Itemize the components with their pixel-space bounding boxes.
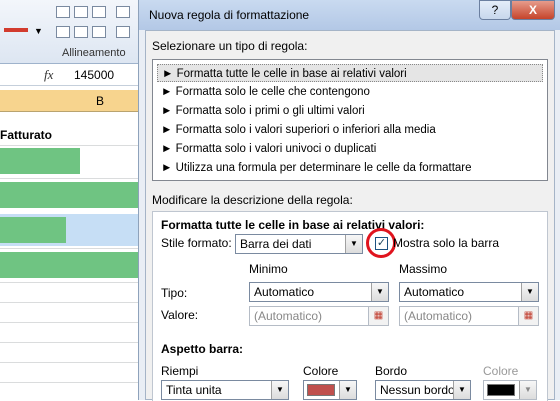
- border-color-picker[interactable]: ▼: [483, 380, 537, 400]
- fill-select-value: Tinta unita: [166, 383, 222, 397]
- grid-line: [0, 382, 140, 383]
- max-label: Massimo: [399, 262, 448, 276]
- orientation-icon[interactable]: [116, 6, 130, 18]
- chevron-down-icon[interactable]: ▼: [371, 283, 388, 301]
- range-picker-icon[interactable]: ▦: [368, 307, 388, 325]
- rule-type-item[interactable]: ► Formatta solo i valori univoci o dupli…: [157, 140, 543, 158]
- chevron-down-icon[interactable]: ▼: [453, 381, 470, 399]
- chevron-down-icon[interactable]: ▼: [271, 381, 288, 399]
- highlight-circle: [366, 228, 396, 258]
- range-picker-icon[interactable]: ▦: [518, 307, 538, 325]
- type-label: Tipo:: [161, 286, 188, 300]
- fill-color-picker[interactable]: ▼: [303, 380, 357, 400]
- max-value-input[interactable]: (Automatico) ▦: [399, 306, 539, 326]
- border-select-value: Nessun bordo: [380, 383, 455, 397]
- new-formatting-rule-dialog: Nuova regola di formattazione ? X Selezi…: [138, 0, 560, 401]
- min-label: Minimo: [249, 262, 288, 276]
- rule-type-item[interactable]: ► Formatta tutte le celle in base ai rel…: [157, 64, 543, 82]
- align-right-icon[interactable]: [92, 26, 106, 38]
- chevron-down-icon[interactable]: ▼: [339, 381, 356, 399]
- rule-type-list[interactable]: ► Formatta tutte le celle in base ai rel…: [152, 59, 548, 181]
- align-middle-icon[interactable]: [74, 6, 88, 18]
- dialog-body: Selezionare un tipo di regola: ► Formatt…: [145, 30, 555, 401]
- grid-line: [0, 145, 140, 146]
- rule-type-item[interactable]: ► Formatta solo le celle che contengono: [157, 83, 543, 101]
- chevron-down-icon[interactable]: ▼: [519, 381, 536, 399]
- column-header-label: B: [96, 94, 105, 108]
- fill-select[interactable]: Tinta unita ▼: [161, 380, 289, 400]
- border-select[interactable]: Nessun bordo ▼: [375, 380, 471, 400]
- dialog-titlebar[interactable]: Nuova regola di formattazione ? X: [139, 0, 560, 30]
- formula-input[interactable]: 145000: [74, 68, 114, 82]
- align-left-icon[interactable]: [56, 26, 70, 38]
- rule-description-panel: Formatta tutte le celle in base ai relat…: [152, 211, 548, 401]
- alignment-icons: ▼: [0, 4, 140, 44]
- border-color-swatch: [487, 384, 515, 396]
- fx-icon[interactable]: fx: [44, 67, 53, 83]
- max-type-value: Automatico: [404, 285, 465, 299]
- min-value-input[interactable]: (Automatico) ▦: [249, 306, 389, 326]
- chevron-down-icon[interactable]: ▼: [345, 235, 362, 253]
- rule-type-item[interactable]: ► Formatta solo i valori superiori o inf…: [157, 121, 543, 139]
- font-color-icon[interactable]: [4, 28, 28, 32]
- color-label: Colore: [303, 364, 339, 378]
- show-bar-only-label: Mostra solo la barra: [393, 236, 500, 250]
- max-type-select[interactable]: Automatico ▼: [399, 282, 539, 302]
- rule-type-item[interactable]: ► Utilizza una formula per determinare l…: [157, 159, 543, 177]
- rule-type-item[interactable]: ► Formatta solo i primi o gli ultimi val…: [157, 102, 543, 120]
- rule-type-heading: Selezionare un tipo di regola:: [152, 39, 308, 53]
- align-bottom-icon[interactable]: [92, 6, 106, 18]
- ribbon: ▼ Allineamento: [0, 0, 140, 64]
- data-bar: [0, 252, 140, 278]
- fill-color-swatch: [307, 384, 335, 396]
- min-type-select[interactable]: Automatico ▼: [249, 282, 389, 302]
- max-value-placeholder: (Automatico): [404, 309, 473, 323]
- min-value-placeholder: (Automatico): [254, 309, 323, 323]
- grid-line: [0, 178, 140, 179]
- style-select[interactable]: Barra dei dati ▼: [235, 234, 363, 254]
- value-label: Valore:: [161, 308, 199, 322]
- bar-appearance-heading: Aspetto barra:: [161, 342, 244, 356]
- grid-line: [0, 322, 140, 323]
- data-bar: [0, 217, 66, 243]
- column-header-b[interactable]: B: [0, 90, 140, 112]
- help-button[interactable]: ?: [479, 0, 511, 20]
- ribbon-group-label: Allineamento: [62, 47, 126, 59]
- excel-worksheet: ▼ Allineamento fx 145000 B Fatturato: [0, 0, 140, 400]
- border-color-label: Colore: [483, 364, 519, 378]
- align-top-icon[interactable]: [56, 6, 70, 18]
- data-bar: [0, 148, 80, 174]
- dropdown-arrow-icon[interactable]: ▼: [34, 26, 43, 36]
- dialog-title: Nuova regola di formattazione: [149, 8, 310, 22]
- grid-line: [0, 342, 140, 343]
- grid-line: [0, 282, 140, 283]
- cell-fatturato[interactable]: Fatturato: [0, 128, 52, 142]
- description-heading: Modificare la descrizione della regola:: [152, 193, 353, 207]
- close-button[interactable]: X: [511, 0, 555, 20]
- grid-line: [0, 302, 140, 303]
- style-select-value: Barra dei dati: [240, 237, 312, 251]
- min-type-value: Automatico: [254, 285, 315, 299]
- align-center-icon[interactable]: [74, 26, 88, 38]
- indent-icon[interactable]: [116, 26, 130, 38]
- data-bar: [0, 182, 140, 208]
- fill-label: Riempi: [161, 364, 199, 378]
- formula-bar: fx 145000: [0, 64, 140, 86]
- border-label: Bordo: [375, 364, 408, 378]
- style-label: Stile formato:: [161, 236, 232, 250]
- grid-line: [0, 362, 140, 363]
- chevron-down-icon[interactable]: ▼: [521, 283, 538, 301]
- grid-line: [0, 248, 140, 249]
